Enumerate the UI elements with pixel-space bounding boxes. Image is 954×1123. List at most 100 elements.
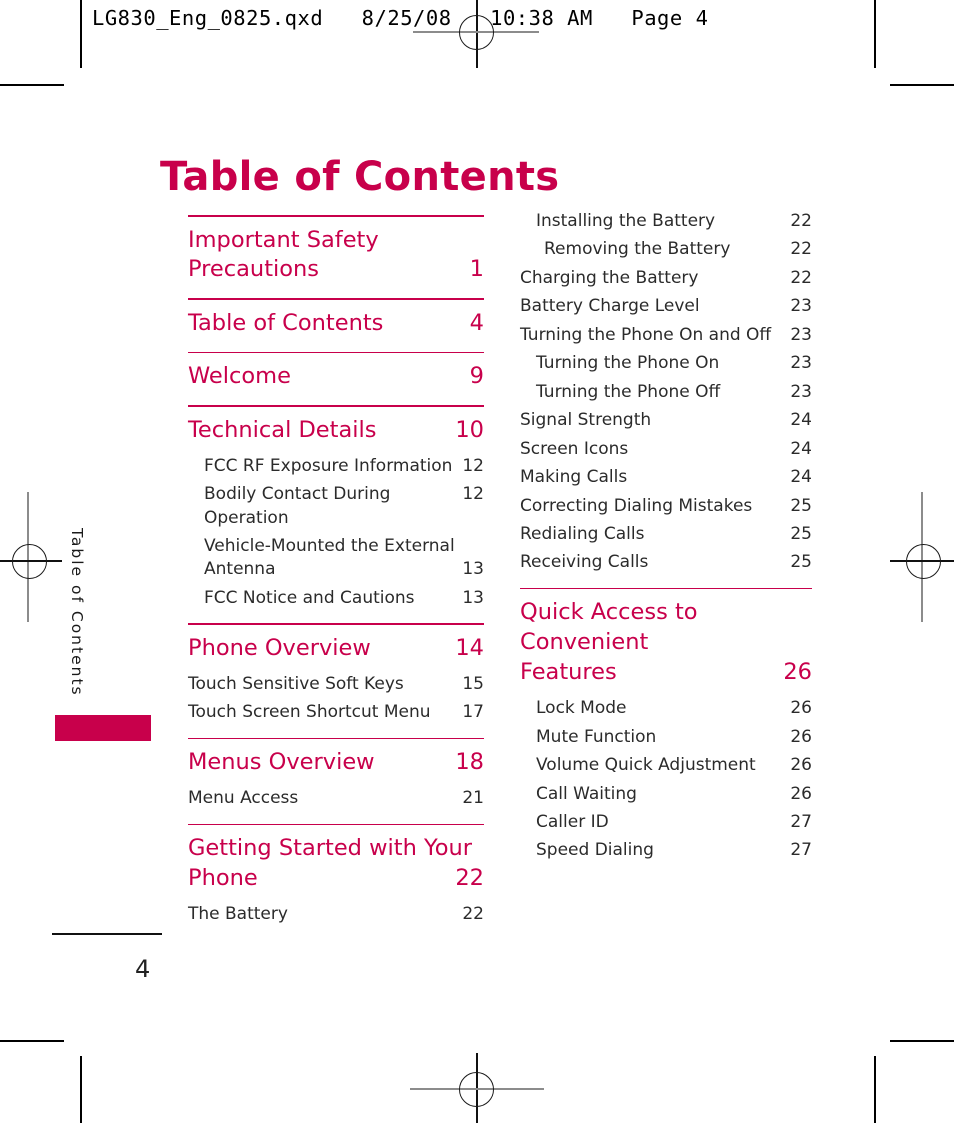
- toc-sub-entry-redialing-calls[interactable]: Redialing Calls 25: [520, 523, 812, 546]
- toc-entry-page-number: 26: [790, 726, 812, 747]
- toc-entry-label: Receiving Calls: [520, 552, 649, 573]
- toc-chapter-entry-phone-overview[interactable]: Phone Overview 14: [188, 634, 484, 664]
- toc-sub-entry-bodily-contact-during-operation[interactable]: Bodily Contact During Operation 12: [204, 483, 484, 530]
- registration-mark-top-circle: [459, 15, 494, 50]
- toc-sub-entry-turning-the-phone-off[interactable]: Turning the Phone Off 23: [536, 381, 812, 404]
- toc-entry-page-number: 13: [462, 559, 484, 580]
- toc-entry-label: Installing the Battery: [536, 211, 716, 231]
- toc-entry-label: Caller ID: [536, 811, 609, 832]
- folio-rule: [52, 933, 162, 935]
- toc-column-right: Installing the Battery 22 Removing the Bat…: [520, 210, 812, 863]
- toc-spacer: [188, 353, 484, 362]
- toc-entry-label-line-1: Vehicle-Mounted the External: [204, 535, 455, 556]
- toc-spacer: [188, 625, 484, 634]
- toc-sub-entry-correcting-dialing-mistakes[interactable]: Correcting Dialing Mistakes 25: [520, 495, 812, 518]
- toc-entry-label: Making Calls: [520, 467, 628, 488]
- toc-entry-label: Redialing Calls: [520, 523, 645, 544]
- page-title: Table of Contents: [160, 153, 560, 200]
- toc-entry-page-number: 21: [462, 788, 484, 809]
- toc-entry-label-line-2-row: Phone 22: [188, 864, 484, 894]
- toc-chapter-entry-technical-details[interactable]: Technical Details 10: [188, 416, 484, 446]
- toc-sub-entry-touch-sensitive-soft-keys[interactable]: Touch Sensitive Soft Keys 15: [188, 673, 484, 696]
- toc-entry-label: Speed Dialing: [536, 840, 654, 861]
- toc-sub-entry-installing-the-battery[interactable]: Installing the Battery 22: [536, 210, 812, 233]
- toc-entry-page-number: 24: [790, 410, 812, 431]
- toc-entry-label: FCC Notice and Cautions: [204, 587, 415, 608]
- toc-entry-label: Features: [520, 659, 617, 686]
- toc-spacer: [188, 446, 484, 455]
- toc-entry-page-number: 13: [462, 587, 484, 608]
- toc-sub-entry-screen-icons[interactable]: Screen Icons 24: [520, 438, 812, 461]
- toc-entry-page-number: 12: [462, 484, 484, 505]
- toc-sub-entry-fcc-notice-and-cautions[interactable]: FCC Notice and Cautions 13: [204, 587, 484, 610]
- toc-sub-entry-turning-the-phone-on[interactable]: Turning the Phone On 23: [536, 352, 812, 375]
- toc-entry-label: Bodily Contact During Operation: [204, 484, 391, 528]
- toc-entry-page-number: 27: [790, 811, 812, 832]
- toc-sub-entry-volume-quick-adjustment[interactable]: Volume Quick Adjustment 26: [536, 754, 812, 777]
- toc-entry-page-number: 15: [462, 673, 484, 694]
- toc-chapter-entry-important-safety-precautions[interactable]: Important Safety Precautions 1: [188, 226, 484, 286]
- toc-sub-entry-fcc-rf-exposure-information[interactable]: FCC RF Exposure Information 12: [204, 455, 484, 478]
- toc-entry-page-number: 24: [790, 438, 812, 459]
- toc-spacer: [188, 610, 484, 623]
- toc-sub-entry-speed-dialing[interactable]: Speed Dialing 27: [536, 839, 812, 862]
- toc-chapter-entry-table-of-contents[interactable]: Table of Contents 4: [188, 309, 484, 339]
- toc-sub-entry-caller-id[interactable]: Caller ID 27: [536, 811, 812, 834]
- toc-sub-entry-making-calls[interactable]: Making Calls 24: [520, 466, 812, 489]
- toc-sub-entry-call-waiting[interactable]: Call Waiting 26: [536, 783, 812, 806]
- toc-entry-page-number: 25: [790, 523, 812, 544]
- proof-header-text: LG830_Eng_0825.qxd 8/25/08 10:38 AM Page…: [92, 6, 709, 30]
- toc-entry-page-number: 22: [790, 239, 812, 260]
- toc-sub-entry-signal-strength[interactable]: Signal Strength 24: [520, 409, 812, 432]
- toc-entry-page-number: 12: [462, 455, 484, 476]
- toc-spacer: [188, 664, 484, 673]
- toc-sub-entry-the-battery[interactable]: The Battery 22: [188, 903, 484, 926]
- toc-chapter-entry-menus-overview[interactable]: Menus Overview 18: [188, 748, 484, 778]
- toc-entry-label-line-1: Getting Started with Your: [188, 835, 473, 862]
- toc-chapter-entry-quick-access-to-convenient-features[interactable]: Quick Access to Convenient Features 26: [520, 598, 812, 688]
- crop-mark-top-left-vertical: [80, 0, 82, 68]
- toc-sub-entry-mute-function[interactable]: Mute Function 26: [536, 726, 812, 749]
- toc-chapter-entry-welcome[interactable]: Welcome 9: [188, 362, 484, 392]
- toc-entry-label: Volume Quick Adjustment: [536, 755, 756, 776]
- toc-entry-label: Call Waiting: [536, 783, 637, 804]
- toc-entry-page-number: 14: [455, 634, 484, 661]
- toc-chapter-entry-getting-started-with-your-phone[interactable]: Getting Started with Your Phone 22: [188, 834, 484, 894]
- toc-entry-page-number: 4: [469, 309, 484, 336]
- toc-entry-label: Removing the Battery: [544, 239, 731, 260]
- toc-sub-entry-removing-the-battery[interactable]: Removing the Battery 22: [544, 238, 812, 261]
- toc-sub-entry-battery-charge-level[interactable]: Battery Charge Level 23: [520, 295, 812, 318]
- toc-entry-label: Menu Access: [188, 788, 299, 809]
- toc-entry-page-number: 22: [790, 211, 812, 231]
- toc-spacer: [188, 739, 484, 748]
- toc-spacer: [188, 300, 484, 309]
- toc-spacer: [188, 811, 484, 824]
- toc-entry-label-line-1: Quick Access to Convenient: [520, 599, 698, 656]
- toc-entry-page-number: 1: [469, 256, 484, 283]
- side-tab-color-block: [55, 715, 151, 741]
- toc-entry-label: Screen Icons: [520, 438, 629, 459]
- toc-sub-entry-vehicle-mounted-the-external-antenna[interactable]: Vehicle-Mounted the External Antenna 13: [204, 535, 484, 582]
- toc-entry-page-number: 10: [455, 416, 484, 443]
- toc-entry-label-line-2-row: Antenna 13: [204, 558, 484, 581]
- toc-sub-entry-lock-mode[interactable]: Lock Mode 26: [536, 697, 812, 720]
- folio-page-number: 4: [135, 955, 151, 983]
- toc-entry-label: Precautions: [188, 256, 320, 283]
- toc-sub-entry-charging-the-battery[interactable]: Charging the Battery 22: [520, 267, 812, 290]
- toc-column-left: Important Safety Precautions 1 Table of Con…: [188, 210, 484, 926]
- toc-entry-label: Turning the Phone On and Off: [520, 324, 772, 345]
- toc-entry-label: Turning the Phone Off: [536, 381, 721, 402]
- crop-mark-bottom-left-vertical: [80, 1056, 82, 1123]
- toc-entry-label-line-2-row: Precautions 1: [188, 255, 484, 285]
- toc-sub-entry-touch-screen-shortcut-menu[interactable]: Touch Screen Shortcut Menu 17: [188, 701, 484, 724]
- toc-entry-label: Touch Sensitive Soft Keys: [188, 673, 404, 694]
- toc-sub-entry-menu-access[interactable]: Menu Access 21: [188, 787, 484, 810]
- toc-entry-page-number: 23: [790, 353, 812, 374]
- toc-entry-page-number: 22: [462, 903, 484, 924]
- toc-entry-page-number: 22: [455, 864, 484, 891]
- toc-sub-entry-turning-the-phone-on-and-off[interactable]: Turning the Phone On and Off 23: [520, 324, 812, 347]
- toc-sub-entry-receiving-calls[interactable]: Receiving Calls 25: [520, 551, 812, 574]
- toc-spacer: [520, 589, 812, 598]
- toc-entry-label: Turning the Phone On: [536, 353, 720, 374]
- toc-entry-label: Lock Mode: [536, 698, 627, 719]
